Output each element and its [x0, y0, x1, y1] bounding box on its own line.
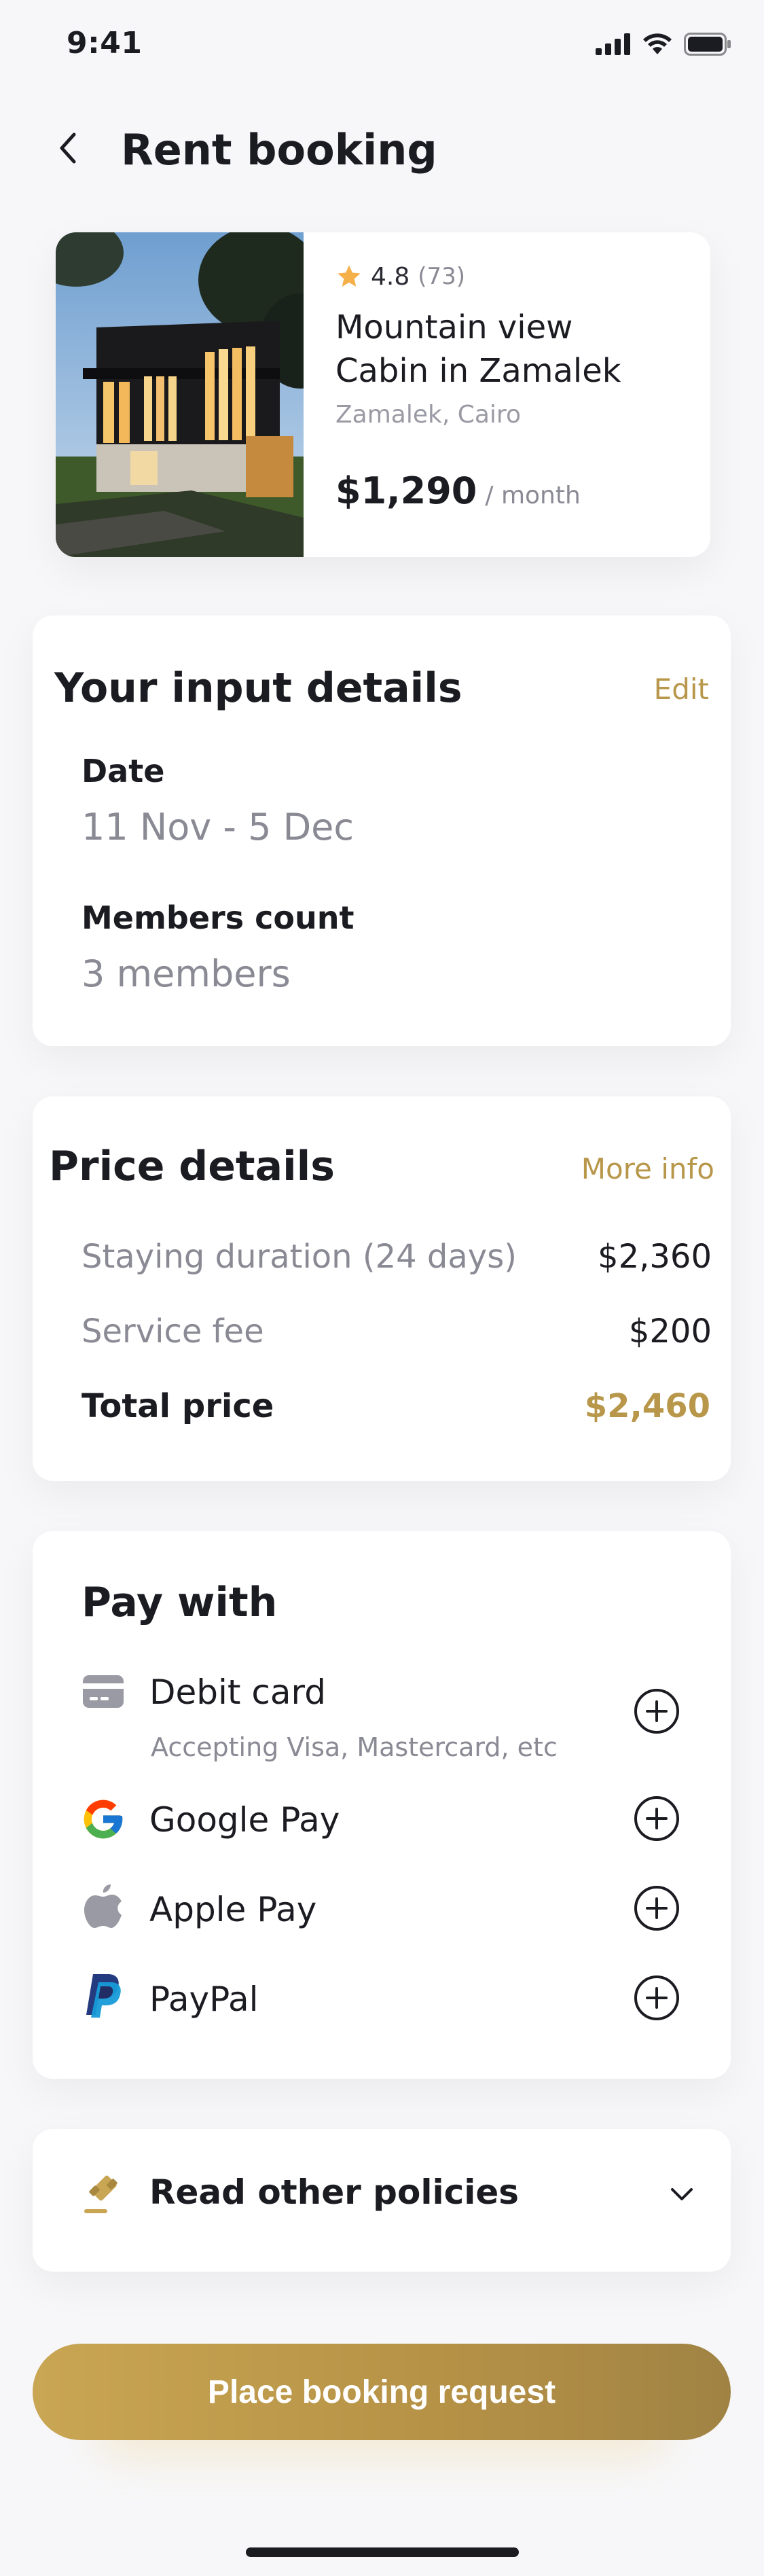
plus-circle-icon [634, 1689, 679, 1734]
status-icons [596, 33, 731, 56]
staying-duration-label: Staying duration (24 days) [81, 1238, 517, 1276]
star-icon [338, 265, 361, 287]
property-image [56, 232, 304, 557]
total-price-value: $2,460 [584, 1387, 710, 1425]
card-icon [79, 1667, 128, 1716]
service-fee-value: $200 [628, 1312, 712, 1350]
price-details-title: Price details [49, 1143, 335, 1190]
staying-duration-value: $2,360 [598, 1238, 712, 1276]
pay-with-card: Pay with Debit card Accepting Visa, Mast… [33, 1531, 731, 2079]
signal-icon [596, 33, 630, 55]
rating-value: 4.8 [371, 262, 410, 291]
apple-pay-label: Apple Pay [149, 1890, 317, 1929]
status-bar: 9:41 [0, 0, 764, 88]
price-details-card: Price details More info Staying duration… [33, 1096, 731, 1481]
debit-card-sub: Accepting Visa, Mastercard, etc [151, 1732, 558, 1762]
rating-count: (73) [418, 263, 466, 290]
paypal-label: PayPal [149, 1980, 259, 2019]
pay-method-google-pay[interactable]: Google Pay [33, 1792, 731, 1867]
wifi-icon [643, 33, 672, 54]
paypal-icon [79, 1971, 128, 2020]
google-pay-label: Google Pay [149, 1800, 340, 1840]
home-indicator [246, 2547, 519, 2557]
plus-circle-icon [634, 1975, 679, 2020]
add-apple-pay-button[interactable] [633, 1884, 680, 1932]
date-value: 11 Nov - 5 Dec [81, 806, 354, 848]
debit-card-label: Debit card [149, 1672, 326, 1712]
more-info-button[interactable]: More info [581, 1152, 714, 1185]
add-google-pay-button[interactable] [633, 1795, 680, 1842]
apple-icon [79, 1882, 128, 1931]
property-info: 4.8 (73) Mountain view Cabin in Zamalek … [335, 260, 702, 513]
input-details-title: Your input details [54, 664, 462, 712]
members-value: 3 members [81, 952, 291, 995]
price-value: $1,290 [335, 469, 477, 512]
pay-method-paypal[interactable]: PayPal [33, 1971, 731, 2046]
plus-circle-icon [634, 1796, 679, 1841]
rating-row: 4.8 (73) [335, 260, 702, 293]
pay-method-apple-pay[interactable]: Apple Pay [33, 1882, 731, 1956]
chevron-left-icon [60, 132, 76, 164]
google-icon [79, 1795, 128, 1844]
property-name-line1: Mountain view [335, 308, 573, 346]
service-fee-label: Service fee [81, 1312, 264, 1350]
status-time: 9:41 [67, 26, 143, 60]
battery-icon [684, 33, 731, 56]
chevron-down-icon[interactable] [664, 2177, 699, 2212]
plus-circle-icon [634, 1886, 679, 1931]
place-booking-request-button[interactable]: Place booking request [33, 2344, 731, 2440]
total-price-label: Total price [81, 1387, 274, 1425]
price-row: $1,290 / month [335, 469, 702, 512]
policies-card[interactable]: Read other policies [33, 2129, 731, 2272]
policies-label: Read other policies [149, 2172, 520, 2212]
property-name: Mountain view Cabin in Zamalek [335, 306, 702, 393]
date-label: Date [81, 753, 165, 789]
add-paypal-button[interactable] [633, 1974, 680, 2022]
add-debit-card-button[interactable] [633, 1687, 680, 1735]
pay-method-debit-card[interactable]: Debit card Accepting Visa, Mastercard, e… [33, 1667, 731, 1776]
property-location: Zamalek, Cairo [335, 401, 521, 429]
input-details-card: Your input details Edit Date 11 Nov - 5 … [33, 615, 731, 1046]
property-name-line2: Cabin in Zamalek [335, 352, 621, 390]
back-button[interactable] [48, 128, 88, 168]
members-label: Members count [81, 899, 354, 936]
page-title: Rent booking [121, 125, 437, 175]
pay-with-title: Pay with [81, 1579, 278, 1626]
gavel-icon [84, 2175, 117, 2213]
edit-button[interactable]: Edit [654, 673, 709, 706]
header: Rent booking [0, 115, 764, 183]
property-card[interactable]: 4.8 (73) Mountain view Cabin in Zamalek … [56, 232, 710, 557]
price-unit: / month [485, 482, 581, 509]
